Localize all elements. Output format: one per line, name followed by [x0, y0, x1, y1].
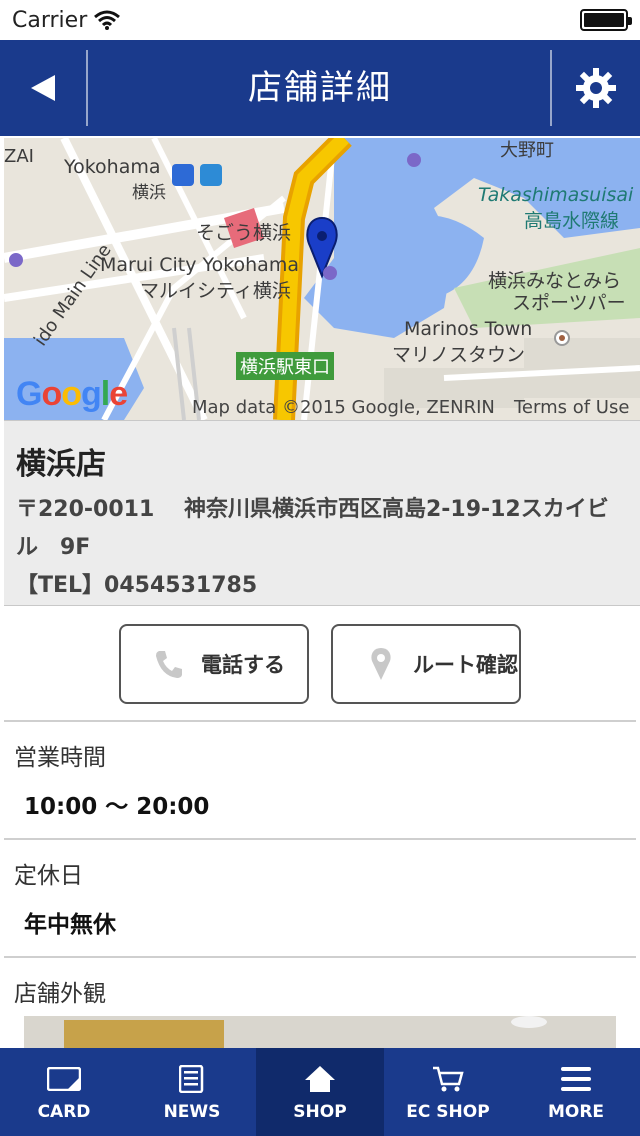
- shop-address-line2: ル 9F: [16, 535, 91, 560]
- location-pin-icon: [363, 646, 399, 682]
- carrier-label: Carrier: [12, 7, 88, 33]
- google-logo: Google: [16, 375, 128, 413]
- shop-tel: 【TEL】0454531785: [16, 573, 258, 598]
- status-bar: Carrier: [0, 0, 640, 40]
- tab-bar: CARD NEWS SHOP EC SHOP MORE: [0, 1048, 640, 1136]
- map-label-takashima-jp: 高島水際線: [524, 210, 620, 232]
- tab-shop-label: SHOP: [293, 1102, 347, 1122]
- divider: [4, 838, 636, 840]
- call-button-label: 電話する: [201, 653, 285, 677]
- map-credit: Map data ©2015 Google, ZENRIN: [192, 397, 495, 418]
- holiday-title: 定休日: [14, 863, 83, 889]
- hours-value: 10:00 〜 20:00: [24, 794, 210, 820]
- tab-ec-shop-label: EC SHOP: [406, 1102, 490, 1122]
- map-label-yokohama: Yokohama: [64, 156, 161, 178]
- map-label-marinos-jp: マリノスタウン: [392, 344, 526, 366]
- map-label-sogo: そごう横浜: [196, 222, 292, 244]
- shop-info: 横浜店 〒220-0011 神奈川県横浜市西区高島2-19-12スカイビ ル 9…: [4, 420, 640, 606]
- route-button-label: ルート確認: [413, 653, 518, 677]
- map-label-nomachi: 大野町: [500, 140, 554, 161]
- action-buttons: 電話する ルート確認: [0, 624, 640, 704]
- settings-button[interactable]: [552, 40, 640, 136]
- wifi-icon: [93, 9, 121, 31]
- menu-icon: [561, 1062, 591, 1096]
- shop-address: 〒220-0011 神奈川県横浜市西区高島2-19-12スカイビ ル 9F: [16, 491, 628, 567]
- shop-name: 横浜店: [16, 447, 106, 482]
- cart-icon: [432, 1062, 464, 1096]
- map-label-sportspark: スポーツパー: [512, 292, 626, 314]
- tab-news[interactable]: NEWS: [128, 1048, 256, 1136]
- divider: [4, 956, 636, 958]
- gear-icon: [576, 68, 616, 108]
- card-icon: [47, 1062, 81, 1096]
- map-terms-link[interactable]: Terms of Use: [514, 397, 629, 418]
- tab-news-label: NEWS: [163, 1102, 221, 1122]
- tab-more-label: MORE: [547, 1102, 605, 1122]
- news-icon: [179, 1062, 205, 1096]
- map-label-yokohama-jp: 横浜: [132, 183, 166, 203]
- map-label-east-exit: 横浜駅東口: [236, 352, 334, 380]
- tab-card-label: CARD: [37, 1102, 91, 1122]
- tab-card[interactable]: CARD: [0, 1048, 128, 1136]
- home-icon: [304, 1062, 336, 1096]
- navigation-bar: 店舗詳細: [0, 40, 640, 136]
- holiday-value: 年中無休: [24, 912, 116, 938]
- hours-title: 営業時間: [14, 745, 106, 771]
- page-title: 店舗詳細: [248, 68, 392, 108]
- shop-address-line1: 〒220-0011 神奈川県横浜市西区高島2-19-12スカイビ: [16, 497, 609, 522]
- call-button[interactable]: 電話する: [119, 624, 309, 704]
- route-button[interactable]: ルート確認: [331, 624, 521, 704]
- tab-ec-shop[interactable]: EC SHOP: [384, 1048, 512, 1136]
- map-label-marui-en: Marui City Yokohama: [100, 254, 299, 276]
- shop-map[interactable]: Yokohama 横浜 そごう横浜 Marui City Yokohama マル…: [4, 138, 640, 420]
- map-label-marinos-en: Marinos Town: [404, 318, 533, 340]
- divider: [4, 720, 636, 722]
- map-label-zai: ZAI: [4, 146, 34, 167]
- map-label-takashima-en: Takashimasuisai: [478, 184, 634, 206]
- tab-more[interactable]: MORE: [512, 1048, 640, 1136]
- tab-shop[interactable]: SHOP: [256, 1048, 384, 1136]
- phone-icon: [151, 646, 187, 682]
- battery-icon: [580, 9, 632, 31]
- exterior-title: 店舗外観: [14, 981, 106, 1007]
- map-label-marui-jp: マルイシティ横浜: [140, 280, 291, 302]
